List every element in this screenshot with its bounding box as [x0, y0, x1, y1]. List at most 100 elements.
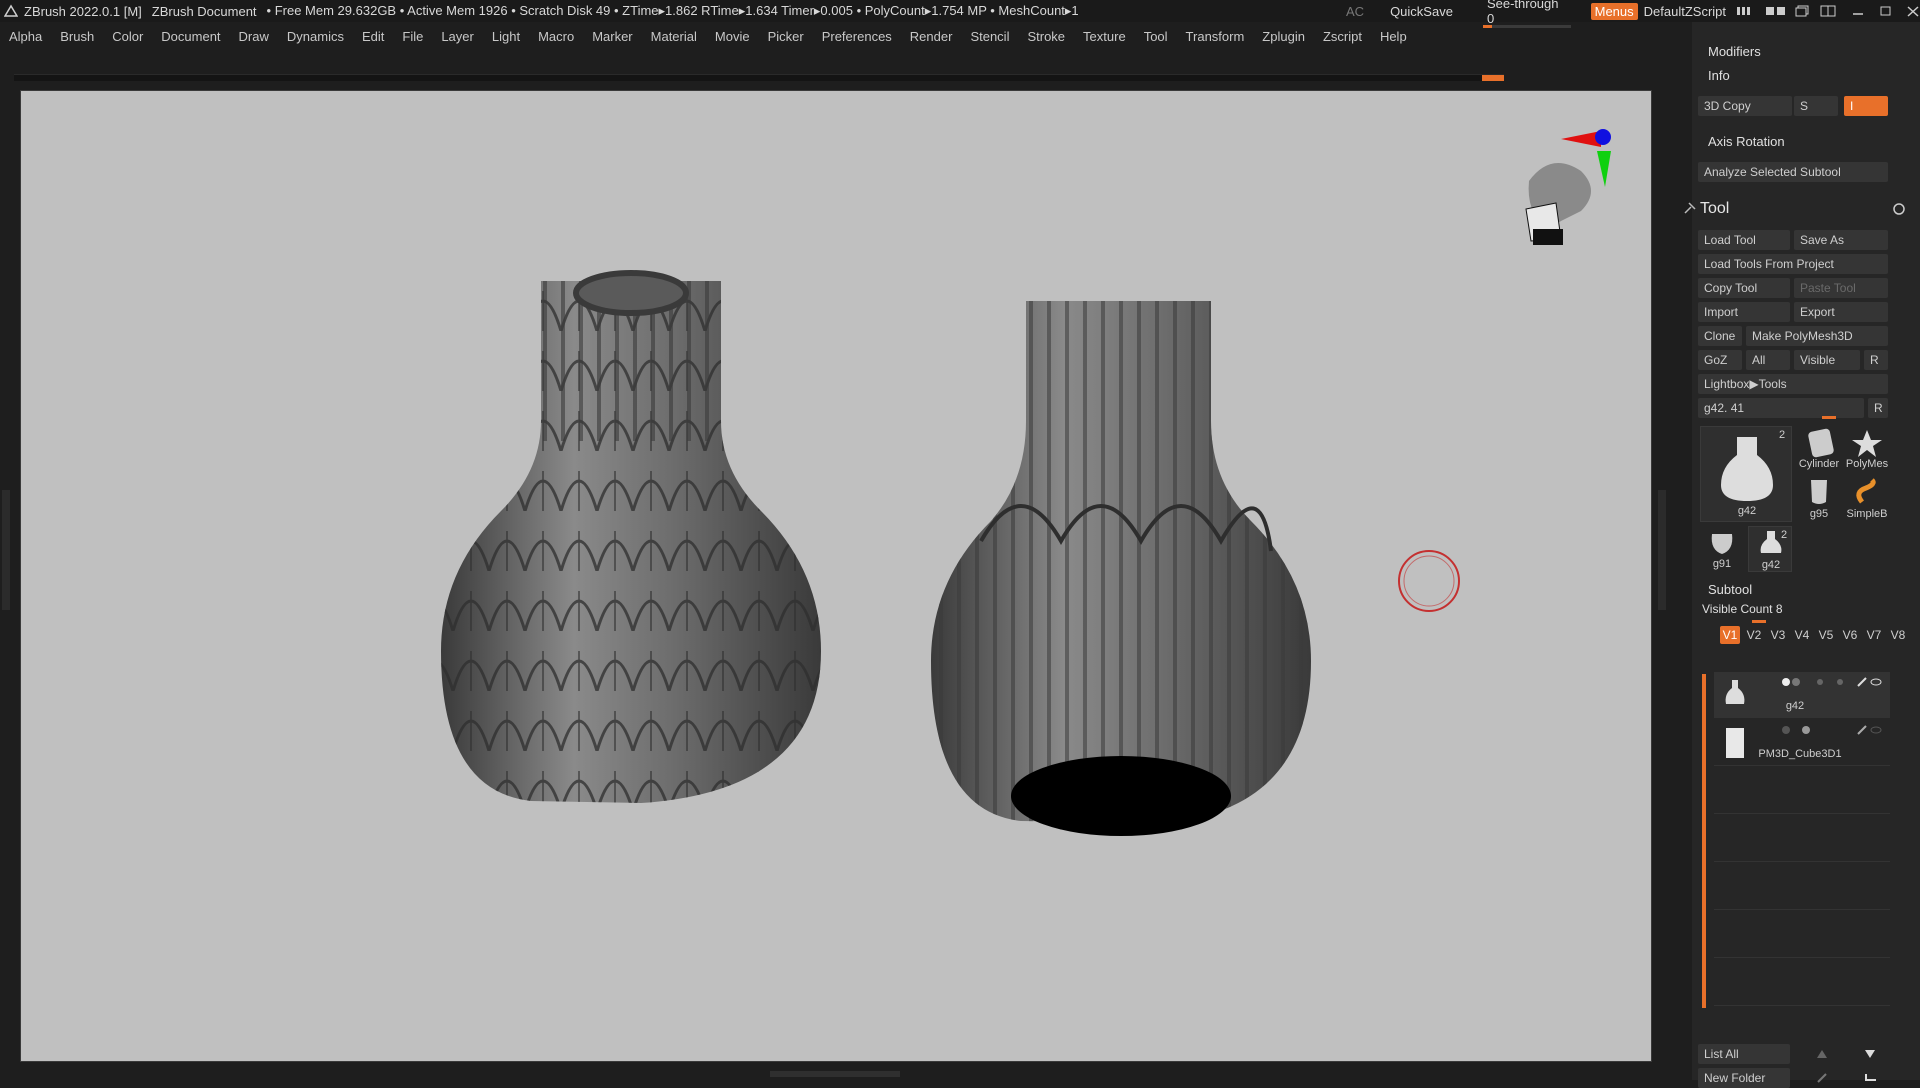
menu-movie[interactable]: Movie	[706, 29, 759, 44]
timeline-track[interactable]	[14, 74, 1504, 81]
load-tools-from-project-button[interactable]: Load Tools From Project	[1698, 254, 1888, 274]
vase-model-right[interactable]	[931, 301, 1311, 836]
layout-icon[interactable]	[1736, 5, 1757, 17]
tool-thumb-g42-large[interactable]: g42 2	[1700, 426, 1792, 522]
tool-thumb-g42-small[interactable]: g42 2	[1748, 526, 1792, 572]
all-button[interactable]: All	[1746, 350, 1790, 370]
subtool-header[interactable]: Subtool	[1708, 582, 1752, 597]
menu-picker[interactable]: Picker	[759, 29, 813, 44]
menu-stroke[interactable]: Stroke	[1018, 29, 1074, 44]
menu-file[interactable]: File	[393, 29, 432, 44]
visibility-tab-v3[interactable]: V3	[1768, 626, 1788, 644]
export-button[interactable]: Export	[1794, 302, 1888, 322]
tool-thumb-polymesh[interactable]: PolyMes	[1844, 426, 1890, 472]
import-button[interactable]: Import	[1698, 302, 1790, 322]
subtool-controls-icon[interactable]	[1762, 676, 1882, 688]
menu-marker[interactable]: Marker	[583, 29, 641, 44]
analyze-subtool-button[interactable]: Analyze Selected Subtool	[1698, 162, 1888, 182]
arrow-down-icon[interactable]	[1864, 1048, 1876, 1060]
subtool-row-cube[interactable]: PM3D_Cube3D1	[1714, 720, 1890, 766]
copy-tool-button[interactable]: Copy Tool	[1698, 278, 1790, 298]
timeline-marker[interactable]	[1482, 75, 1504, 81]
subtool-row-g42[interactable]: g42	[1714, 672, 1890, 718]
tool-header[interactable]: Tool	[1700, 200, 1729, 218]
layout-alt-icon[interactable]	[1765, 5, 1786, 17]
quicksave-button[interactable]: QuickSave	[1390, 4, 1453, 19]
menu-texture[interactable]: Texture	[1074, 29, 1135, 44]
save-as-button[interactable]: Save As	[1794, 230, 1888, 250]
maximize-icon[interactable]	[1879, 5, 1893, 17]
lightbox-tools-button[interactable]: Lightbox▶Tools	[1698, 374, 1888, 394]
vase-model-left[interactable]	[441, 270, 821, 803]
tool-thumb-cylinder[interactable]: Cylinder	[1796, 426, 1842, 472]
goz-button[interactable]: GoZ	[1698, 350, 1742, 370]
visibility-tab-v1[interactable]: V1	[1720, 626, 1740, 644]
close-icon[interactable]	[1906, 5, 1920, 17]
right-tray-handle[interactable]	[1658, 490, 1666, 610]
left-tray-handle[interactable]	[2, 490, 10, 610]
make-polymesh-button[interactable]: Make PolyMesh3D	[1746, 326, 1888, 346]
load-tool-button[interactable]: Load Tool	[1698, 230, 1790, 250]
visible-button[interactable]: Visible	[1794, 350, 1860, 370]
menu-document[interactable]: Document	[152, 29, 229, 44]
visibility-tab-v4[interactable]: V4	[1792, 626, 1812, 644]
menu-preferences[interactable]: Preferences	[813, 29, 901, 44]
subtool-controls-icon[interactable]	[1762, 724, 1882, 736]
menu-draw[interactable]: Draw	[230, 29, 278, 44]
menu-color[interactable]: Color	[103, 29, 152, 44]
menu-stencil[interactable]: Stencil	[961, 29, 1018, 44]
i-button[interactable]: I	[1844, 96, 1888, 116]
menu-macro[interactable]: Macro	[529, 29, 583, 44]
minimize-icon[interactable]	[1851, 5, 1865, 17]
window-restore-icon[interactable]	[1795, 5, 1812, 17]
refresh-icon[interactable]	[1892, 202, 1906, 216]
visibility-tab-v8[interactable]: V8	[1888, 626, 1908, 644]
default-zscript-button[interactable]: DefaultZScript	[1644, 4, 1726, 19]
tool-slider[interactable]: g42. 41	[1698, 398, 1864, 418]
move-down-icon[interactable]	[1864, 1072, 1878, 1084]
visible-count-slider[interactable]: Visible Count 8	[1702, 602, 1783, 616]
info-header[interactable]: Info	[1708, 68, 1730, 83]
menu-alpha[interactable]: Alpha	[0, 29, 51, 44]
visibility-tab-v5[interactable]: V5	[1816, 626, 1836, 644]
list-all-button[interactable]: List All	[1698, 1044, 1790, 1064]
see-through-slider[interactable]: See-through 0	[1482, 0, 1571, 28]
visibility-tab-v6[interactable]: V6	[1840, 626, 1860, 644]
menu-brush[interactable]: Brush	[51, 29, 103, 44]
navigation-gizmo[interactable]	[1525, 129, 1611, 245]
visible-count-knob[interactable]	[1752, 620, 1766, 623]
modifiers-header[interactable]: Modifiers	[1708, 44, 1761, 59]
copy3d-button[interactable]: 3D Copy	[1698, 96, 1792, 116]
menu-dynamics[interactable]: Dynamics	[278, 29, 353, 44]
arrow-up-icon[interactable]	[1816, 1048, 1828, 1060]
subtool-scrollbar[interactable]	[1702, 674, 1706, 1008]
axis-rotation-header[interactable]: Axis Rotation	[1708, 134, 1785, 149]
tool-slider-knob[interactable]	[1822, 416, 1836, 419]
menu-layer[interactable]: Layer	[432, 29, 483, 44]
clone-button[interactable]: Clone	[1698, 326, 1742, 346]
menu-render[interactable]: Render	[901, 29, 962, 44]
tool-r-button[interactable]: R	[1868, 398, 1888, 418]
s-button[interactable]: S	[1794, 96, 1838, 116]
menu-help[interactable]: Help	[1371, 29, 1416, 44]
menus-button[interactable]: Menus	[1590, 2, 1638, 20]
tool-thumb-g95[interactable]: g95	[1796, 476, 1842, 522]
menu-tool[interactable]: Tool	[1135, 29, 1177, 44]
visibility-tab-v2[interactable]: V2	[1744, 626, 1764, 644]
menu-zscript[interactable]: Zscript	[1314, 29, 1371, 44]
window-tile-icon[interactable]	[1820, 5, 1837, 17]
r-button[interactable]: R	[1864, 350, 1888, 370]
bottom-tray-handle[interactable]	[770, 1071, 900, 1077]
pin-icon[interactable]	[1682, 200, 1698, 216]
menu-transform[interactable]: Transform	[1177, 29, 1254, 44]
document-canvas[interactable]	[20, 90, 1652, 1062]
paste-tool-button[interactable]: Paste Tool	[1794, 278, 1888, 298]
menu-zplugin[interactable]: Zplugin	[1253, 29, 1314, 44]
menu-light[interactable]: Light	[483, 29, 529, 44]
tool-thumb-g91[interactable]: g91	[1700, 526, 1744, 572]
visibility-tab-v7[interactable]: V7	[1864, 626, 1884, 644]
new-folder-button[interactable]: New Folder	[1698, 1068, 1790, 1088]
move-up-icon[interactable]	[1816, 1072, 1828, 1084]
menu-material[interactable]: Material	[642, 29, 706, 44]
menu-edit[interactable]: Edit	[353, 29, 393, 44]
